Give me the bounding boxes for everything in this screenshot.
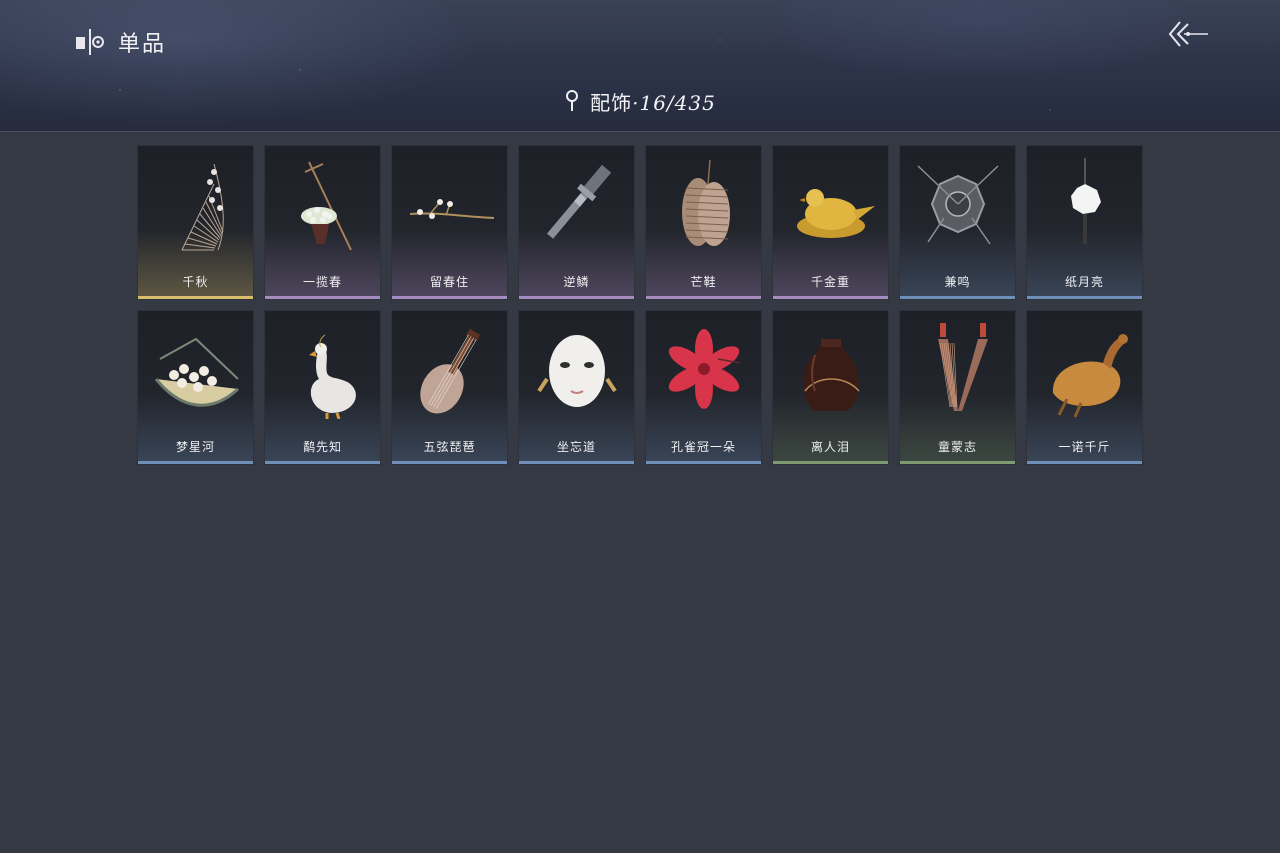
page-title-group: 单品	[74, 26, 166, 58]
item-label: 五弦琵琶	[423, 440, 476, 454]
quality-bar	[900, 296, 1015, 299]
wine-jar-icon	[803, 339, 860, 411]
swing-flower-icon	[181, 163, 224, 251]
back-button[interactable]	[1166, 18, 1210, 52]
item-card[interactable]: 五弦琵琶	[391, 310, 508, 465]
location-pin-icon	[566, 90, 579, 111]
quality-bar	[646, 461, 761, 464]
straw-sandals-icon	[682, 159, 730, 246]
item-grid: 千秋 一揽春 留春住 逆鳞 芒鞋 千金重 兼鸣 纸月亮梦星河 鹬先知 五弦琵琶 坐忘道 孔雀冠一朵 离人…	[137, 145, 1143, 465]
item-card[interactable]: 一揽春	[264, 145, 381, 300]
quality-bar	[773, 296, 888, 299]
quality-bar	[265, 296, 380, 299]
category-label: 配饰·16/435	[590, 87, 716, 116]
quality-bar	[1027, 461, 1142, 464]
item-label: 一诺千斤	[1058, 440, 1111, 454]
red-flower-icon	[668, 329, 741, 409]
item-card[interactable]: 鹬先知	[264, 310, 381, 465]
category-header: 配饰·16/435	[0, 84, 1280, 118]
item-card[interactable]: 孔雀冠一朵	[645, 310, 762, 465]
quality-bar	[138, 296, 253, 299]
quality-bar	[900, 461, 1015, 464]
flower-basket-icon	[301, 161, 352, 251]
scabbard-icon	[546, 164, 612, 239]
item-label: 千秋	[182, 275, 209, 289]
tassel-pendants-icon	[938, 323, 988, 411]
item-label: 千金重	[810, 275, 850, 289]
item-label: 逆鳞	[563, 275, 590, 289]
quality-bar	[646, 296, 761, 299]
item-label: 鹬先知	[302, 440, 342, 454]
item-label: 梦星河	[175, 440, 215, 454]
roast-chicken-icon	[1052, 334, 1128, 418]
item-card[interactable]: 芒鞋	[645, 145, 762, 300]
item-card[interactable]: 千金重	[772, 145, 889, 300]
quality-bar	[519, 461, 634, 464]
white-mask-icon	[537, 335, 617, 407]
item-card[interactable]: 兼鸣	[899, 145, 1016, 300]
item-label: 芒鞋	[690, 275, 717, 289]
item-card[interactable]: 梦星河	[137, 310, 254, 465]
item-label: 留春住	[429, 275, 469, 289]
quality-bar	[265, 461, 380, 464]
category-name: 配饰	[590, 90, 633, 115]
item-label: 纸月亮	[1064, 275, 1104, 289]
item-label: 离人泪	[810, 440, 850, 454]
collection-icon	[76, 29, 104, 55]
blossom-branch-icon	[409, 199, 494, 219]
item-card[interactable]: 逆鳞	[518, 145, 635, 300]
item-card[interactable]: 坐忘道	[518, 310, 635, 465]
item-card[interactable]: 千秋	[137, 145, 254, 300]
pipa-lute-icon	[420, 328, 481, 414]
duck-icon	[309, 334, 356, 419]
item-card[interactable]: 一诺千斤	[1026, 310, 1143, 465]
mirror-pendant-icon	[917, 165, 999, 245]
item-label: 兼鸣	[944, 275, 971, 289]
category-count: 16/435	[639, 90, 716, 115]
item-card[interactable]: 离人泪	[772, 310, 889, 465]
page-title: 单品	[118, 32, 167, 57]
flower-boat-icon	[154, 337, 240, 407]
item-label: 童蒙志	[937, 440, 977, 454]
quality-bar	[519, 296, 634, 299]
paper-moon-icon	[1071, 158, 1101, 244]
item-label: 坐忘道	[556, 440, 596, 454]
quality-bar	[1027, 296, 1142, 299]
quality-bar	[392, 461, 507, 464]
item-card[interactable]: 童蒙志	[899, 310, 1016, 465]
quality-bar	[138, 461, 253, 464]
golden-bird-icon	[797, 189, 875, 238]
item-card[interactable]: 留春住	[391, 145, 508, 300]
item-label: 孔雀冠一朵	[670, 440, 736, 454]
quality-bar	[773, 461, 888, 464]
item-label: 一揽春	[302, 275, 342, 289]
quality-bar	[392, 296, 507, 299]
item-card[interactable]: 纸月亮	[1026, 145, 1143, 300]
top-banner: 单品 配饰·16/435	[0, 0, 1280, 132]
